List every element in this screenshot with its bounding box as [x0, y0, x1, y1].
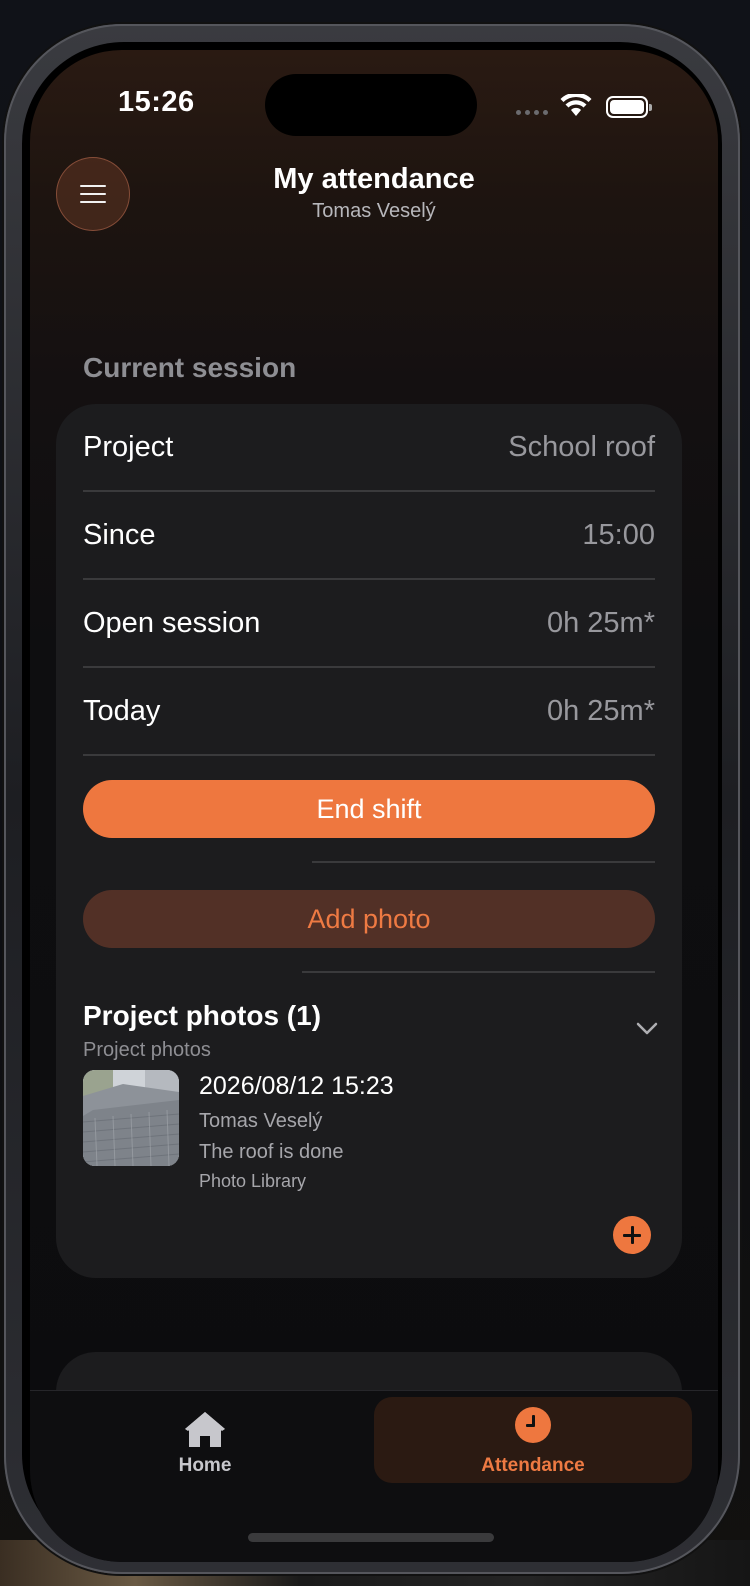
divider	[302, 971, 655, 973]
wifi-icon	[560, 94, 592, 116]
row-value: School roof	[508, 430, 655, 463]
row-value: 0h 25m*	[546, 606, 655, 639]
photo-caption: The roof is done	[199, 1141, 344, 1163]
session-row-open-session: Open session 0h 25m*	[83, 580, 655, 668]
tab-label: Attendance	[481, 1455, 585, 1476]
session-row-today: Today 0h 25m*	[83, 668, 655, 756]
home-indicator[interactable]	[248, 1533, 494, 1542]
clock-icon	[515, 1407, 551, 1443]
cellular-signal-icon	[516, 110, 548, 115]
project-photos-title: Project photos (1)	[83, 1000, 322, 1031]
roof-photo-image	[83, 1070, 179, 1166]
row-label: Today	[83, 694, 161, 727]
row-label: Project	[83, 430, 174, 463]
row-label: Since	[83, 518, 156, 551]
page-title: My attendance	[273, 163, 475, 195]
tab-label: Home	[178, 1455, 232, 1476]
project-photos-subtitle: Project photos	[83, 1039, 211, 1061]
photo-thumbnail[interactable]	[83, 1070, 179, 1166]
battery-icon	[606, 96, 652, 118]
row-label: Open session	[83, 606, 261, 639]
dynamic-island	[265, 74, 477, 136]
phone-screen: 15:26 My attendance Tomas Veselý Current…	[30, 50, 718, 1562]
add-photo-button[interactable]: Add photo	[83, 890, 655, 948]
row-value: 0h 25m*	[546, 694, 655, 727]
row-value: 15:00	[582, 518, 655, 551]
chevron-down-icon[interactable]	[636, 1022, 658, 1036]
end-shift-button[interactable]: End shift	[83, 780, 655, 838]
tab-attendance[interactable]: Attendance	[374, 1397, 692, 1483]
status-time: 15:26	[118, 86, 195, 118]
divider	[312, 861, 655, 863]
tab-home[interactable]: Home	[90, 1397, 320, 1483]
session-row-project: Project School roof	[83, 404, 655, 492]
current-session-card: Project School roof Since 15:00 Open ses…	[56, 404, 682, 1278]
photo-source: Photo Library	[199, 1171, 307, 1191]
section-title-current-session: Current session	[83, 352, 297, 383]
page-subtitle: Tomas Veselý	[312, 200, 436, 222]
session-row-since: Since 15:00	[83, 492, 655, 580]
photo-date: 2026/08/12 15:23	[199, 1072, 394, 1100]
house-icon	[185, 1412, 225, 1447]
add-photo-plus-button[interactable]	[613, 1216, 651, 1254]
photo-author: Tomas Veselý	[199, 1110, 323, 1132]
